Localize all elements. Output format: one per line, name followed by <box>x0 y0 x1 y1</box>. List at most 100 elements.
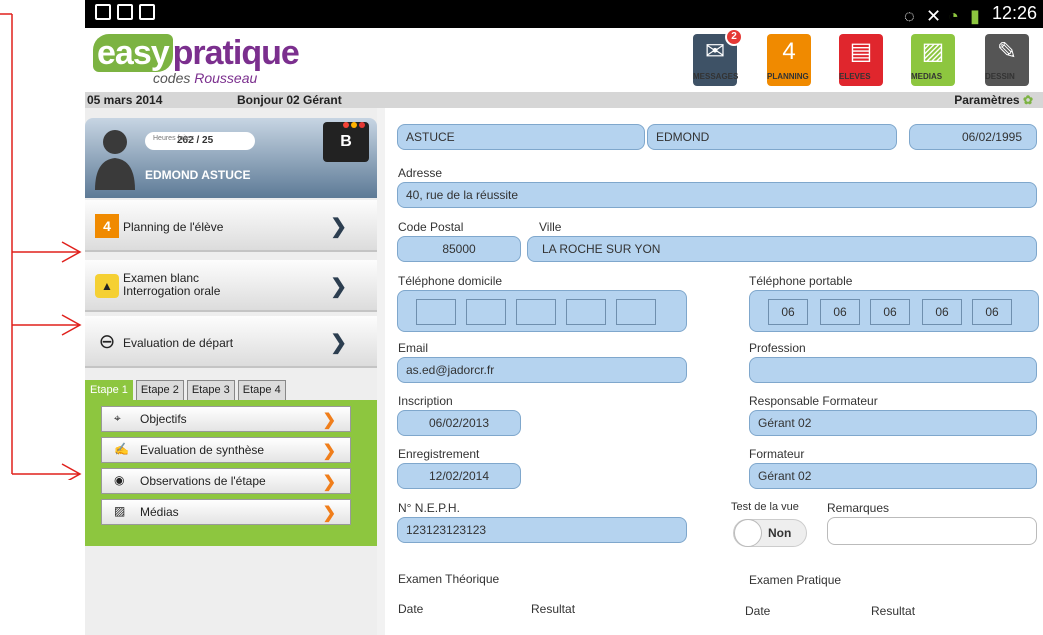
email-label: Email <box>398 341 429 355</box>
chevron-right-icon: ❯ <box>330 332 347 354</box>
profession-field[interactable] <box>749 357 1037 383</box>
tab-etape-4[interactable]: Etape 4 <box>237 380 286 400</box>
image-icon: ▨ <box>114 504 126 518</box>
logo[interactable]: easy pratique codes Rousseau <box>93 34 300 86</box>
neph-field[interactable]: 123123123123 <box>397 517 687 543</box>
nav-label: Examen blanc Interrogation orale <box>123 272 220 298</box>
exam-theorique-title: Examen Théorique <box>398 572 500 586</box>
messages-label: MESSAGES <box>693 72 739 81</box>
home-phone-part[interactable] <box>566 299 606 325</box>
city-label: Ville <box>539 220 562 234</box>
home-phone-field <box>397 290 687 332</box>
toggle-value: Non <box>768 526 792 540</box>
email-field[interactable]: as.ed@jadorcr.fr <box>397 357 687 383</box>
home-phone-part[interactable] <box>416 299 456 325</box>
home-phone-part[interactable] <box>616 299 656 325</box>
mobile-phone-part[interactable]: 06 <box>972 299 1012 325</box>
tab-etape-1[interactable]: Etape 1 <box>85 380 133 400</box>
home-phone-part[interactable] <box>466 299 506 325</box>
nav-label: Evaluation de départ <box>123 336 234 350</box>
remarks-field[interactable] <box>827 517 1037 545</box>
planning-button[interactable]: 4 PLANNING <box>767 34 811 86</box>
responsable-formateur-label: Responsable Formateur <box>749 394 878 408</box>
nav-evaluation-depart[interactable]: ⊖ Evaluation de départ ❯ <box>85 316 377 368</box>
gear-icon: ✿ <box>1022 93 1033 107</box>
hours-done: Heures faites 262 / 25 <box>145 132 255 150</box>
postal-code-label: Code Postal <box>398 220 464 234</box>
status-lights <box>343 122 365 128</box>
avatar <box>95 130 135 190</box>
profession-label: Profession <box>749 341 806 355</box>
logo-sub-rousseau: Rousseau <box>194 70 258 86</box>
exam-pratique-title: Examen Pratique <box>749 573 842 587</box>
eleves-button[interactable]: ▤ ELEVES <box>839 34 883 86</box>
enregistrement-field[interactable]: 12/02/2014 <box>397 463 521 489</box>
theo-result-header: Resultat <box>531 602 576 616</box>
city-field[interactable]: LA ROCHE SUR YON <box>527 236 1037 262</box>
formateur-field[interactable]: Gérant 02 <box>749 463 1037 489</box>
pencil-icon: ✎ <box>996 38 1018 65</box>
dessin-button[interactable]: ✎ DESSIN <box>985 34 1029 86</box>
birth-date-field[interactable]: 06/02/1995 <box>909 124 1037 150</box>
home-phone-part[interactable] <box>516 299 556 325</box>
step-item-evaluation-synthese[interactable]: ✍ Evaluation de synthèse ❯ <box>101 437 351 463</box>
medias-button[interactable]: ▨ MEDIAS <box>911 34 955 86</box>
step-item-objectifs[interactable]: ⌖ Objectifs ❯ <box>101 406 351 432</box>
mobile-phone-part[interactable]: 06 <box>870 299 910 325</box>
tab-etape-2[interactable]: Etape 2 <box>135 380 184 400</box>
messages-badge: 2 <box>725 28 743 46</box>
logo-word-easy: easy <box>93 34 173 72</box>
annotation-arrows <box>0 13 82 480</box>
hours-label: Heures faites <box>153 135 195 142</box>
calendar-icon: 4 <box>767 34 811 70</box>
vision-test-toggle[interactable]: Non <box>733 519 807 547</box>
student-form: ASTUCE EDMOND 06/02/1995 Adresse 40, rue… <box>385 108 1043 635</box>
step-item-label: Objectifs <box>140 412 187 426</box>
student-profile-card[interactable]: Heures faites 262 / 25 EDMOND ASTUCE B <box>85 118 377 198</box>
checkbox-icon <box>117 4 133 20</box>
responsable-formateur-field[interactable]: Gérant 02 <box>749 410 1037 436</box>
status-bar: ◌ ✕ ◔ ▮ 12:26 <box>85 0 1043 28</box>
battery-icon: ▮ <box>969 5 980 26</box>
first-name-field[interactable]: EDMOND <box>647 124 897 150</box>
target-icon: ⌖ <box>114 411 121 425</box>
mobile-phone-part[interactable]: 06 <box>922 299 962 325</box>
mobile-phone-field: 06 06 06 06 06 <box>749 290 1039 332</box>
notepad-icon: ✍ <box>114 442 129 456</box>
nav-examen-blanc[interactable]: ▲ Examen blanc Interrogation orale ❯ <box>85 260 377 312</box>
settings-link[interactable]: Paramètres ✿ <box>954 93 1033 107</box>
step-item-observations[interactable]: ◉ Observations de l'étape ❯ <box>101 468 351 494</box>
toggle-knob <box>734 519 762 547</box>
postal-code-field[interactable]: 85000 <box>397 236 521 262</box>
theo-date-header: Date <box>398 602 424 616</box>
prat-date-header: Date <box>745 604 771 618</box>
medias-label: MEDIAS <box>911 72 943 81</box>
tab-etape-3[interactable]: Etape 3 <box>186 380 235 400</box>
app-header: easy pratique codes Rousseau ✉ MESSAGES 2… <box>85 28 1043 92</box>
nav-planning-eleve[interactable]: 4 Planning de l'élève ❯ <box>85 200 377 252</box>
mute-icon: ✕ <box>925 5 942 26</box>
mobile-phone-part[interactable]: 06 <box>820 299 860 325</box>
student-name: EDMOND ASTUCE <box>145 168 251 182</box>
inscription-field[interactable]: 06/02/2013 <box>397 410 521 436</box>
eleves-label: ELEVES <box>839 72 871 81</box>
nav-label-line1: Examen blanc <box>123 271 200 285</box>
logo-word-pratique: pratique <box>172 34 300 72</box>
step-item-medias[interactable]: ▨ Médias ❯ <box>101 499 351 525</box>
mobile-phone-part[interactable]: 06 <box>768 299 808 325</box>
steering-person-icon: ⊖ <box>98 331 116 353</box>
students-icon: ▤ <box>849 38 873 65</box>
logo-sub-codes: codes <box>153 70 191 86</box>
calendar-day: 4 <box>782 38 796 65</box>
formateur-label: Formateur <box>749 447 805 461</box>
chevron-right-icon: ❯ <box>330 276 347 298</box>
messages-button[interactable]: ✉ MESSAGES 2 <box>693 28 743 86</box>
prat-result-header: Resultat <box>871 604 916 618</box>
mobile-phone-label: Téléphone portable <box>749 274 853 288</box>
download-icon <box>139 4 155 20</box>
last-name-field[interactable]: ASTUCE <box>397 124 645 150</box>
eye-icon: ◌ <box>903 5 915 26</box>
nav-label-line2: Interrogation orale <box>123 284 221 298</box>
planning-label: PLANNING <box>767 72 809 81</box>
address-field[interactable]: 40, rue de la réussite <box>397 182 1037 208</box>
